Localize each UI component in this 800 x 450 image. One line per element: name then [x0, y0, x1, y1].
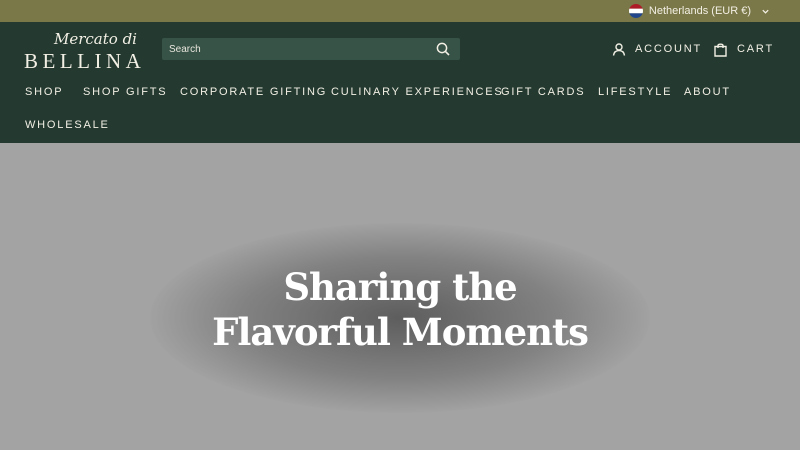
search-button[interactable]: [426, 38, 460, 60]
locale-label: Netherlands (EUR €): [648, 5, 751, 17]
cart-label: CART: [737, 43, 774, 55]
site-header: Mercato di BELLINA ACCOUNT CART SHOP SHO…: [0, 22, 800, 143]
shopping-bag-icon: [714, 43, 727, 57]
nav-item-corporate-gifting[interactable]: CORPORATE GIFTING: [180, 86, 327, 98]
search-input[interactable]: [162, 38, 426, 60]
account-link[interactable]: ACCOUNT: [612, 40, 702, 58]
user-icon: [612, 43, 626, 56]
hero-banner: Sharing the Flavorful Moments: [0, 143, 800, 450]
hero-title-line-1: Sharing the: [283, 265, 517, 309]
nav-item-culinary-experiences[interactable]: CULINARY EXPERIENCES: [331, 86, 504, 98]
chevron-down-icon: [762, 9, 769, 14]
search-bar: [162, 38, 460, 60]
nav-item-shop[interactable]: SHOP: [25, 86, 63, 98]
nav-item-gift-cards[interactable]: GIFT CARDS: [501, 86, 585, 98]
nav-item-lifestyle[interactable]: LIFESTYLE: [598, 86, 672, 98]
nav-item-about[interactable]: ABOUT: [684, 86, 731, 98]
locale-selector[interactable]: Netherlands (EUR €): [628, 0, 770, 22]
nav-item-shop-gifts[interactable]: SHOP GIFTS: [83, 86, 167, 98]
site-logo[interactable]: Mercato di BELLINA: [24, 30, 146, 73]
cart-link[interactable]: CART: [713, 40, 774, 58]
account-label: ACCOUNT: [635, 43, 702, 55]
logo-wordmark: BELLINA: [24, 49, 146, 73]
announcement-bar: Netherlands (EUR €): [0, 0, 800, 22]
logo-script-text: Mercato di: [54, 30, 137, 48]
hero-title-line-2: Flavorful Moments: [212, 310, 589, 354]
search-icon: [436, 42, 450, 56]
nav-item-wholesale[interactable]: WHOLESALE: [25, 119, 110, 131]
hero-title: Sharing the Flavorful Moments: [0, 265, 800, 355]
netherlands-flag-icon: [628, 4, 643, 18]
